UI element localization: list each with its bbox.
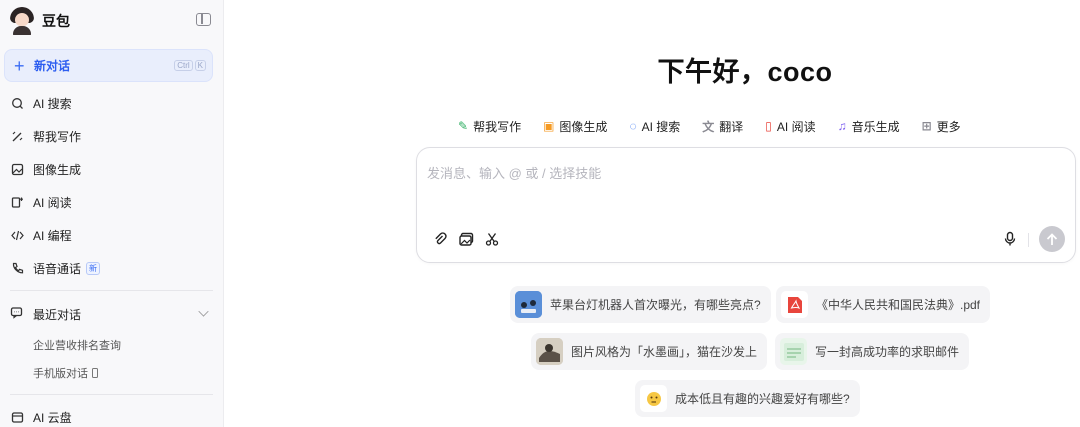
- reader-icon: ▯: [765, 119, 772, 133]
- plus-icon: +: [14, 55, 25, 76]
- new-chat-label: 新对话: [34, 59, 71, 73]
- code-icon: [10, 228, 24, 242]
- suggestion-chip[interactable]: 《中华人民共和国民法典》.pdf: [776, 286, 991, 323]
- skill-ai-reading[interactable]: ▯ AI 阅读: [765, 117, 815, 135]
- sidebar-toggle-icon[interactable]: [196, 13, 211, 26]
- sidebar-item-label: AI 阅读: [33, 195, 72, 210]
- thinking-emoji-icon: [640, 385, 667, 412]
- suggestion-text: 写一封高成功率的求职邮件: [815, 345, 960, 359]
- app-name: 豆包: [42, 13, 70, 29]
- skill-writing[interactable]: ✎ 帮我写作: [458, 117, 521, 135]
- cloud-drive-icon: [10, 410, 24, 424]
- suggestion-chip[interactable]: 成本低且有趣的兴趣爱好有哪些?: [635, 380, 860, 417]
- suggestion-chip[interactable]: 图片风格为「水墨画」，猫在沙发上: [531, 333, 768, 370]
- shortcut-key-k: K: [194, 60, 206, 71]
- ink-painting-thumbnail: [536, 338, 563, 365]
- message-input-placeholder[interactable]: 发消息、输入 @ 或 / 选择技能: [427, 163, 601, 182]
- robot-lamp-thumbnail: [515, 291, 542, 318]
- sidebar-item-writing[interactable]: 帮我写作: [10, 126, 81, 146]
- mobile-icon: [92, 368, 98, 378]
- brand[interactable]: 豆包: [10, 6, 70, 36]
- suggestion-text: 成本低且有趣的兴趣爱好有哪些?: [675, 392, 850, 406]
- sidebar-item-label: 帮我写作: [33, 129, 82, 144]
- image-upload-icon[interactable]: [458, 231, 474, 247]
- avatar: [10, 7, 34, 35]
- suggestion-chip[interactable]: 苹果台灯机器人首次曝光，有哪些亮点?: [510, 286, 771, 323]
- history-item-label: 手机版对话: [33, 368, 88, 380]
- sidebar-item-image-gen[interactable]: 图像生成: [10, 159, 81, 179]
- history-item[interactable]: 手机版对话: [33, 365, 98, 381]
- skill-label: 图像生成: [559, 119, 608, 134]
- history-item[interactable]: 企业营收排名查询: [33, 337, 121, 353]
- skill-label: 翻译: [719, 119, 744, 134]
- send-button[interactable]: [1039, 226, 1065, 252]
- image-icon: [10, 162, 24, 176]
- sidebar-item-ai-reading[interactable]: AI 阅读: [10, 192, 72, 212]
- recent-chats-title: 最近对话: [33, 307, 82, 322]
- skill-image-gen[interactable]: ▣ 图像生成: [543, 117, 607, 135]
- image-icon: ▣: [543, 119, 555, 133]
- new-chat-button[interactable]: + 新对话 Ctrl K: [4, 49, 213, 82]
- music-icon: ♫: [837, 119, 847, 133]
- sidebar-item-label: AI 搜索: [33, 96, 72, 111]
- skill-translate[interactable]: 文 翻译: [702, 117, 743, 135]
- phone-icon: [10, 261, 24, 275]
- message-composer[interactable]: 发消息、输入 @ 或 / 选择技能: [416, 147, 1076, 263]
- search-icon: ◌: [629, 119, 637, 133]
- scissors-icon[interactable]: [484, 231, 500, 247]
- microphone-icon[interactable]: [1002, 231, 1018, 247]
- sidebar-item-ai-coding[interactable]: AI 编程: [10, 225, 72, 245]
- shortcut-hint: Ctrl K: [174, 60, 206, 71]
- grid-icon: ⊞: [921, 119, 932, 133]
- greeting-title: 下午好，coco: [657, 57, 833, 87]
- skill-label: AI 阅读: [776, 119, 816, 134]
- pen-icon: [10, 129, 24, 143]
- sidebar-item-ai-search[interactable]: AI 搜索: [10, 93, 72, 113]
- skill-ai-search[interactable]: ◌ AI 搜索: [629, 117, 680, 135]
- skill-label: AI 搜索: [641, 119, 681, 134]
- sidebar-item-label: 图像生成: [33, 162, 82, 177]
- shortcut-key-ctrl: Ctrl: [174, 60, 193, 71]
- suggestion-chip[interactable]: 写一封高成功率的求职邮件: [775, 333, 970, 370]
- sidebar-item-label: AI 云盘: [33, 410, 72, 425]
- arrow-up-icon: [1046, 232, 1058, 245]
- history-item-label: 企业营收排名查询: [33, 340, 121, 352]
- attachment-icon[interactable]: [432, 231, 448, 247]
- pen-icon: ✎: [458, 119, 469, 133]
- sidebar-item-label: 语音通话: [33, 261, 82, 276]
- recent-chats-header[interactable]: 最近对话: [10, 304, 210, 324]
- pdf-file-icon: [781, 291, 808, 318]
- divider: [1028, 233, 1029, 247]
- divider: [10, 394, 213, 395]
- skill-label: 音乐生成: [851, 119, 900, 134]
- sidebar-item-cloud[interactable]: AI 云盘: [10, 407, 72, 427]
- skill-more[interactable]: ⊞ 更多: [922, 117, 961, 135]
- skill-label: 更多: [936, 119, 961, 134]
- translate-icon: 文: [702, 119, 715, 134]
- new-badge: 新: [86, 261, 101, 275]
- sidebar-item-label: AI 编程: [33, 228, 72, 243]
- search-icon: [10, 96, 24, 110]
- chat-bubble-icon: [10, 306, 24, 322]
- suggestion-text: 《中华人民共和国民法典》.pdf: [816, 298, 981, 312]
- skill-label: 帮我写作: [473, 119, 522, 134]
- divider: [10, 290, 213, 291]
- sidebar: 豆包 + 新对话 Ctrl K AI 搜索 帮我写作 图像生成 AI 阅读 AI…: [0, 0, 224, 427]
- document-icon: [780, 338, 807, 365]
- suggestion-text: 图片风格为「水墨画」，猫在沙发上: [571, 345, 758, 359]
- skill-music-gen[interactable]: ♫ 音乐生成: [838, 117, 900, 135]
- reader-icon: [10, 195, 24, 209]
- skill-bar: ✎ 帮我写作 ▣ 图像生成 ◌ AI 搜索 文 翻译 ▯ AI 阅读 ♫ 音乐生…: [458, 117, 983, 135]
- suggestion-text: 苹果台灯机器人首次曝光，有哪些亮点?: [550, 298, 761, 312]
- chevron-down-icon[interactable]: [198, 306, 209, 317]
- sidebar-item-voice-call[interactable]: 语音通话 新: [10, 258, 101, 278]
